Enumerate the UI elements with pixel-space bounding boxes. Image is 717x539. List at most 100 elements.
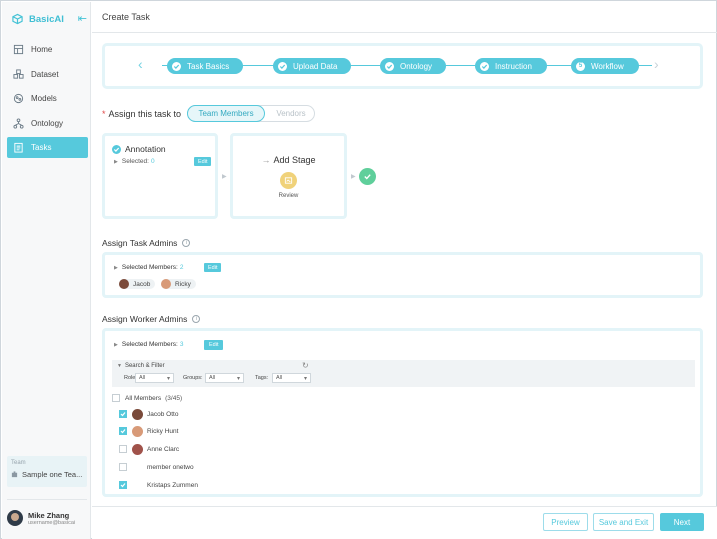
annotation-selected[interactable]: ▶ Selected: 0 xyxy=(114,158,155,165)
member-chip: Jacob xyxy=(119,279,156,289)
member-checkbox[interactable] xyxy=(119,445,127,453)
selected-members-label: Selected Members: xyxy=(121,341,178,348)
list-item[interactable]: Anne Clarc xyxy=(119,443,179,455)
step-label: Task Basics xyxy=(187,61,230,71)
tags-filter-select[interactable]: All xyxy=(272,373,311,383)
save-and-exit-button[interactable]: Save and Exit xyxy=(593,513,654,531)
footer-bar: Preview Save and Exit Next xyxy=(92,506,717,539)
sidebar-item-dataset[interactable]: Dataset xyxy=(7,64,88,85)
selected-members-count: 3 xyxy=(179,341,184,348)
collapse-sidebar-icon[interactable]: ⇤ xyxy=(78,13,87,25)
home-icon xyxy=(13,44,24,55)
member-checkbox[interactable] xyxy=(119,427,127,435)
list-item[interactable]: Jacob Otto xyxy=(119,408,178,420)
sidebar-item-models[interactable]: Models xyxy=(7,88,88,109)
step-instruction[interactable]: Instruction xyxy=(475,58,547,74)
stepper: ‹ Task Basics Upload Data Ontology Instr… xyxy=(102,43,703,89)
search-filter-toggle[interactable]: ▼ Search & Filter xyxy=(117,363,165,369)
team-label: Team xyxy=(11,460,26,466)
add-stage-label: Add Stage xyxy=(273,155,316,165)
step-workflow[interactable]: 5 Workflow xyxy=(571,58,639,74)
task-admins-edit-button[interactable]: Edit xyxy=(204,263,222,272)
connector-arrow-icon: ▶ xyxy=(222,174,227,180)
option-vendors[interactable]: Vendors xyxy=(268,105,314,122)
member-name: Ricky Hunt xyxy=(147,427,179,435)
member-checkbox[interactable] xyxy=(119,481,127,489)
user-name: Mike Zhang xyxy=(28,510,70,520)
tags-filter-label: Tags: xyxy=(255,375,269,381)
annotation-header: Annotation xyxy=(112,144,166,154)
sidebar-divider xyxy=(7,499,87,500)
caret-right-icon: ▶ xyxy=(114,341,118,348)
info-icon[interactable]: i xyxy=(182,239,191,247)
all-members-checkbox[interactable] xyxy=(112,394,120,402)
step-upload-data[interactable]: Upload Data xyxy=(273,58,351,74)
next-button[interactable]: Next xyxy=(660,513,704,531)
task-admins-selected[interactable]: ▶ Selected Members: 2 xyxy=(114,264,183,271)
sidebar-item-tasks[interactable]: Tasks xyxy=(7,137,88,158)
page-header: Create Task xyxy=(92,2,717,33)
member-name: Ricky xyxy=(175,280,191,288)
worker-admins-box: ▶ Selected Members: 3 Edit ▼ Search & Fi… xyxy=(102,328,703,497)
search-filter-label: Search & Filter xyxy=(124,363,165,369)
stepper-next-icon[interactable]: › xyxy=(654,57,659,71)
add-stage-card[interactable]: → Add Stage Review xyxy=(230,133,347,219)
member-checkbox[interactable] xyxy=(119,463,127,471)
review-icon[interactable] xyxy=(280,172,297,189)
caret-right-icon: ▶ xyxy=(114,264,118,271)
list-item[interactable]: Kristaps Zummen xyxy=(119,479,198,491)
annotation-edit-button[interactable]: Edit xyxy=(194,157,212,166)
groups-filter-select[interactable]: All xyxy=(205,373,244,383)
user-profile[interactable]: Mike Zhang username@basicai xyxy=(7,507,89,529)
team-icon xyxy=(11,471,18,478)
stepper-prev-icon[interactable]: ‹ xyxy=(138,57,143,71)
sidebar-item-label: Ontology xyxy=(31,118,64,128)
all-members-row[interactable]: All Members (3/45) xyxy=(112,392,182,404)
sidebar-item-home[interactable]: Home xyxy=(7,39,88,60)
required-mark: * xyxy=(102,109,106,119)
user-email: username@basicai xyxy=(28,519,76,526)
preview-button[interactable]: Preview xyxy=(543,513,588,531)
avatar xyxy=(132,408,143,420)
refresh-icon[interactable]: ↻ xyxy=(302,361,309,370)
task-admins-title: Assign Task Admins i xyxy=(102,238,191,248)
avatar-placeholder xyxy=(132,462,143,473)
team-switcher[interactable]: Team Sample one Tea... xyxy=(7,456,87,487)
member-chip: Ricky xyxy=(161,279,196,289)
brand-name: BasicAI xyxy=(29,13,64,25)
roles-filter-select[interactable]: All xyxy=(135,373,174,383)
section-title-text: Assign Worker Admins xyxy=(102,314,188,324)
assign-task-label: * Assign this task to xyxy=(102,109,181,119)
sidebar-item-label: Models xyxy=(31,94,57,103)
sidebar-item-ontology[interactable]: Ontology xyxy=(7,113,88,134)
member-checkbox[interactable] xyxy=(119,410,127,418)
member-name: Kristaps Zummen xyxy=(147,481,198,489)
ontology-icon xyxy=(13,117,24,129)
check-icon xyxy=(278,61,287,71)
member-name: Anne Clarc xyxy=(147,445,180,453)
avatar xyxy=(132,425,143,437)
worker-admins-edit-button[interactable]: Edit xyxy=(204,340,224,350)
page-title: Create Task xyxy=(102,12,150,22)
step-task-basics[interactable]: Task Basics xyxy=(167,58,243,74)
team-name: Sample one Tea... xyxy=(22,470,83,479)
info-icon[interactable]: i xyxy=(192,315,201,323)
member-name: Jacob xyxy=(133,280,151,288)
check-icon xyxy=(480,61,489,71)
models-icon xyxy=(13,93,24,104)
avatar xyxy=(119,279,129,289)
selected-members-label: Selected Members: xyxy=(121,264,178,271)
list-item[interactable]: Ricky Hunt xyxy=(119,425,178,437)
assign-label-text: Assign this task to xyxy=(108,109,182,119)
tasks-icon xyxy=(14,142,23,153)
caret-down-icon: ▼ xyxy=(117,363,122,369)
connector-arrow-icon: ▶ xyxy=(351,174,356,180)
sidebar: BasicAI ⇤ Home Dataset Models Ontology T… xyxy=(2,2,91,539)
worker-admins-title: Assign Worker Admins i xyxy=(102,314,201,324)
step-ontology[interactable]: Ontology xyxy=(380,58,446,74)
worker-admins-selected[interactable]: ▶ Selected Members: 3 xyxy=(114,341,183,348)
member-name: member onetwo xyxy=(147,463,194,471)
user-text: Mike Zhang username@basicai xyxy=(28,511,75,526)
option-team-members[interactable]: Team Members xyxy=(187,105,265,122)
list-item[interactable]: member onetwo xyxy=(119,461,194,473)
